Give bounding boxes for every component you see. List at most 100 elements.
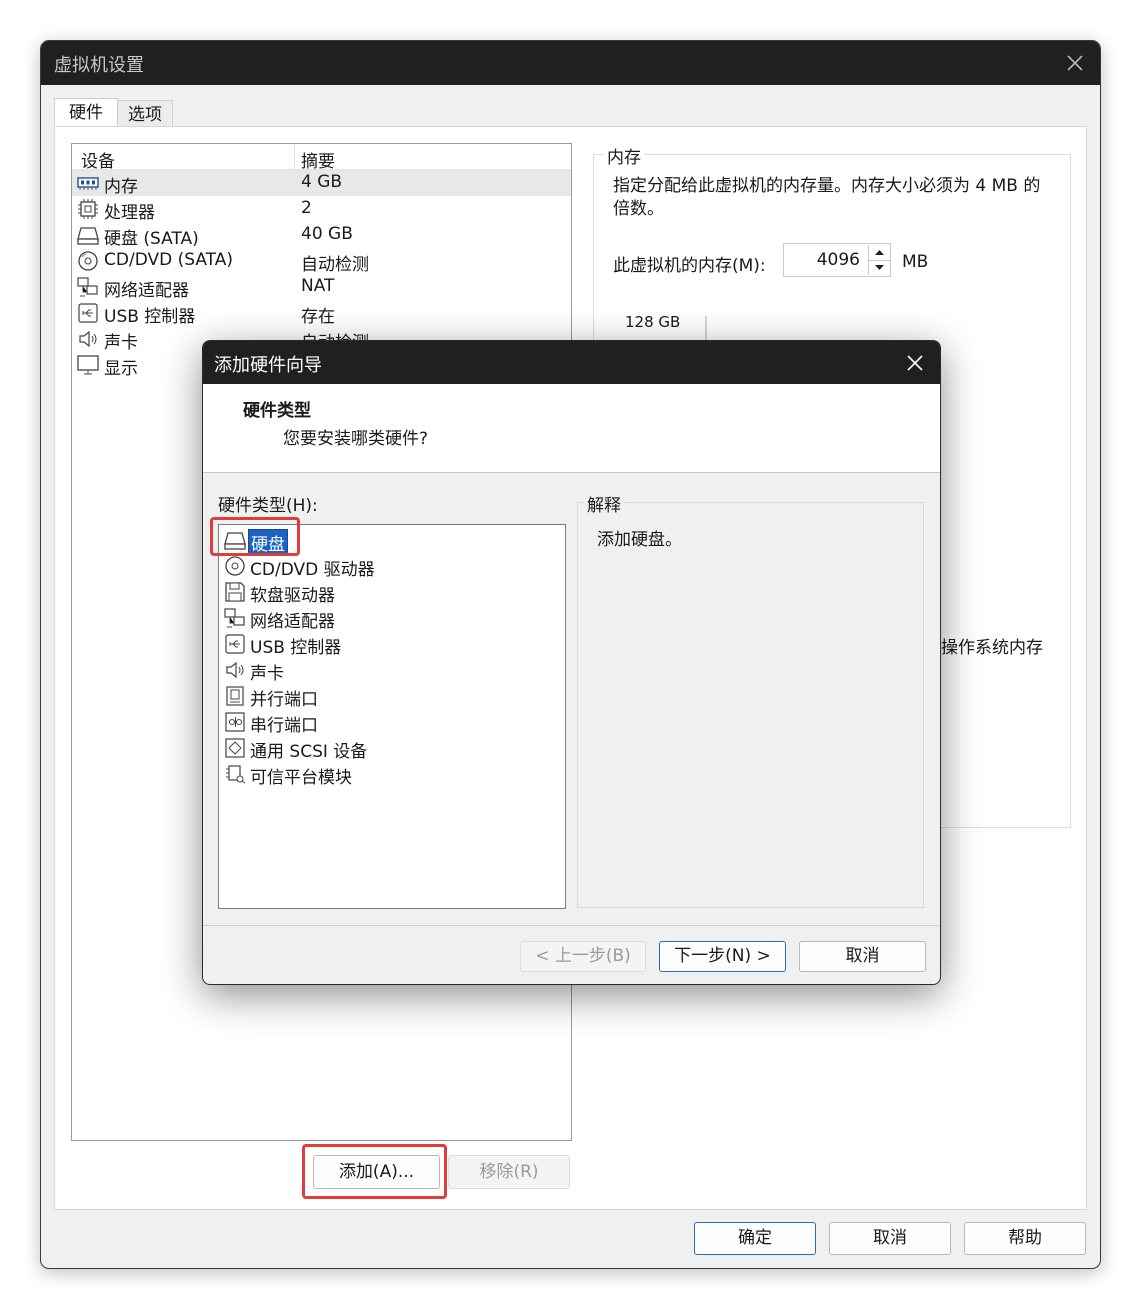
column-divider[interactable] bbox=[294, 144, 295, 169]
device-name: 内存 bbox=[104, 177, 138, 197]
window-titlebar: 虚拟机设置 bbox=[41, 41, 1100, 85]
wizard-cancel-button[interactable]: 取消 bbox=[799, 941, 926, 972]
wizard-heading: 硬件类型 bbox=[243, 401, 311, 421]
device-name: 声卡 bbox=[104, 333, 138, 353]
wizard-titlebar: 添加硬件向导 bbox=[203, 341, 940, 384]
hardware-item-usb[interactable]: USB 控制器 bbox=[219, 631, 565, 658]
hardware-item-scsi[interactable]: 通用 SCSI 设备 bbox=[219, 735, 565, 762]
cd-dvd-icon bbox=[224, 556, 246, 576]
device-summary: 40 GB bbox=[301, 224, 353, 244]
column-header-device[interactable]: 设备 bbox=[81, 147, 115, 172]
hardware-item-label: 串行端口 bbox=[250, 716, 318, 736]
spin-up-button[interactable] bbox=[868, 245, 890, 261]
back-button[interactable]: < 上一步(B) bbox=[520, 941, 646, 972]
device-summary: 存在 bbox=[301, 307, 335, 327]
hardware-item-floppy[interactable]: 软盘驱动器 bbox=[219, 579, 565, 606]
tab-hardware[interactable]: 硬件 bbox=[54, 98, 118, 127]
window-close-button[interactable] bbox=[1060, 49, 1090, 77]
device-name: 处理器 bbox=[104, 203, 155, 223]
hardware-item-label: 可信平台模块 bbox=[250, 768, 352, 788]
memory-spinbox[interactable]: 4096 bbox=[783, 243, 891, 277]
floppy-icon bbox=[224, 582, 246, 602]
hardware-type-list: 硬盘 CD/DVD 驱动器 软盘驱动器 网络适配器 USB 控制器 声卡 并行端… bbox=[218, 524, 566, 909]
device-list-header: 设备 摘要 bbox=[72, 144, 571, 172]
highlight-hard-disk-item bbox=[210, 517, 300, 556]
hardware-item-parallel-port[interactable]: 并行端口 bbox=[219, 683, 565, 710]
device-row-memory[interactable]: 内存 4 GB bbox=[72, 170, 571, 197]
highlight-add-button bbox=[302, 1144, 447, 1199]
memory-partial-text: 操作系统内存 bbox=[941, 638, 1043, 658]
network-icon bbox=[224, 608, 246, 628]
close-icon bbox=[907, 355, 923, 371]
device-row-usb[interactable]: USB 控制器 存在 bbox=[72, 300, 571, 327]
hardware-item-label: CD/DVD 驱动器 bbox=[250, 560, 375, 580]
device-summary: 4 GB bbox=[301, 172, 343, 192]
caret-up-icon bbox=[875, 250, 884, 255]
hardware-item-label: 通用 SCSI 设备 bbox=[250, 742, 368, 762]
device-name: 网络适配器 bbox=[104, 281, 189, 301]
caret-down-icon bbox=[875, 265, 884, 270]
device-row-processor[interactable]: 处理器 2 bbox=[72, 196, 571, 223]
memory-field-label: 此虚拟机的内存(M): bbox=[613, 256, 766, 276]
hardware-item-label: 并行端口 bbox=[250, 690, 318, 710]
wizard-subheading: 您要安装哪类硬件? bbox=[283, 429, 429, 449]
device-row-network[interactable]: 网络适配器 NAT bbox=[72, 274, 571, 301]
speaker-icon bbox=[224, 660, 246, 680]
wizard-close-button[interactable] bbox=[900, 349, 930, 377]
hardware-type-label: 硬件类型(H): bbox=[218, 496, 318, 516]
hardware-item-label: 声卡 bbox=[250, 664, 284, 684]
memory-group-title: 内存 bbox=[603, 143, 645, 168]
footer-divider bbox=[203, 925, 940, 926]
column-header-summary[interactable]: 摘要 bbox=[301, 147, 335, 172]
device-summary: NAT bbox=[301, 276, 335, 296]
close-icon bbox=[1067, 55, 1083, 71]
help-button[interactable]: 帮助 bbox=[964, 1222, 1086, 1255]
memory-icon bbox=[77, 173, 99, 193]
device-name: 显示 bbox=[104, 359, 138, 379]
network-icon bbox=[77, 277, 99, 297]
cpu-icon bbox=[77, 199, 99, 219]
cd-dvd-icon bbox=[77, 251, 99, 271]
tab-options[interactable]: 选项 bbox=[117, 100, 173, 127]
explanation-group bbox=[577, 502, 924, 908]
hardware-item-network[interactable]: 网络适配器 bbox=[219, 605, 565, 632]
hardware-item-serial-port[interactable]: 串行端口 bbox=[219, 709, 565, 736]
hardware-item-label: USB 控制器 bbox=[250, 638, 342, 658]
cancel-button[interactable]: 取消 bbox=[829, 1222, 951, 1255]
add-hardware-wizard: 添加硬件向导 硬件类型 您要安装哪类硬件? 硬件类型(H): 硬盘 CD/DVD… bbox=[202, 340, 941, 985]
usb-icon bbox=[77, 303, 99, 323]
remove-button[interactable]: 移除(R) bbox=[448, 1155, 570, 1189]
device-name: CD/DVD (SATA) bbox=[104, 250, 233, 270]
monitor-icon bbox=[77, 355, 99, 375]
device-name: USB 控制器 bbox=[104, 307, 196, 327]
usb-icon bbox=[224, 634, 246, 654]
device-summary: 2 bbox=[301, 198, 312, 218]
device-summary: 自动检测 bbox=[301, 255, 369, 275]
spin-down-button[interactable] bbox=[868, 260, 890, 275]
hardware-item-label: 网络适配器 bbox=[250, 612, 335, 632]
hardware-item-cd-dvd[interactable]: CD/DVD 驱动器 bbox=[219, 553, 565, 580]
serial-port-icon bbox=[224, 712, 246, 732]
memory-unit: MB bbox=[902, 252, 929, 272]
memory-description: 指定分配给此虚拟机的内存量。内存大小必须为 4 MB 的倍数。 bbox=[613, 176, 1041, 219]
hard-disk-icon bbox=[77, 225, 99, 245]
explanation-text: 添加硬盘。 bbox=[597, 530, 682, 550]
wizard-header: 硬件类型 您要安装哪类硬件? bbox=[203, 384, 940, 473]
tpm-icon bbox=[224, 764, 246, 784]
window-title: 虚拟机设置 bbox=[54, 55, 144, 76]
device-row-hard-disk[interactable]: 硬盘 (SATA) 40 GB bbox=[72, 222, 571, 249]
hardware-item-sound[interactable]: 声卡 bbox=[219, 657, 565, 684]
scsi-icon bbox=[224, 738, 246, 758]
device-name: 硬盘 (SATA) bbox=[104, 229, 199, 249]
parallel-port-icon bbox=[224, 686, 246, 706]
ok-button[interactable]: 确定 bbox=[694, 1222, 816, 1255]
hardware-item-label: 软盘驱动器 bbox=[250, 586, 335, 606]
memory-scale-label: 128 GB bbox=[625, 313, 681, 331]
hardware-item-tpm[interactable]: 可信平台模块 bbox=[219, 761, 565, 788]
explanation-title: 解释 bbox=[583, 491, 625, 516]
wizard-title: 添加硬件向导 bbox=[214, 355, 322, 376]
next-button[interactable]: 下一步(N) > bbox=[659, 941, 786, 972]
speaker-icon bbox=[77, 329, 99, 349]
memory-value[interactable]: 4096 bbox=[817, 250, 860, 270]
device-row-cd-dvd[interactable]: CD/DVD (SATA) 自动检测 bbox=[72, 248, 571, 275]
